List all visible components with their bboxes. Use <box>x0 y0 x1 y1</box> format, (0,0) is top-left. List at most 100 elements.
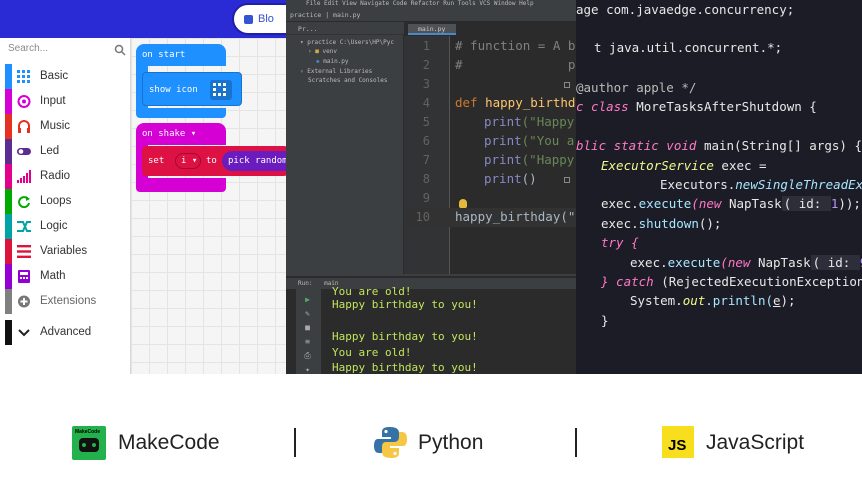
category-label: Led <box>40 145 60 157</box>
makecode-editor: Blo Search... Basic Input Music Led Radi… <box>0 0 290 374</box>
category-led[interactable]: Led <box>0 139 131 164</box>
wrench-icon[interactable]: ✎ <box>303 310 312 318</box>
print-icon[interactable]: ⎙ <box>303 352 312 360</box>
category-input[interactable]: Input <box>0 89 131 114</box>
led-matrix-icon[interactable] <box>210 80 232 100</box>
java-code-view: age com.javaedge.concurrency; t java.uti… <box>576 0 862 374</box>
fold-marker-icon[interactable] <box>564 82 570 88</box>
category-label: Input <box>40 95 66 107</box>
code-line: 6 print("You a <box>422 133 575 148</box>
code-line: 2# plac <box>422 57 576 72</box>
category-label: Music <box>40 120 71 132</box>
category-music[interactable]: Music <box>0 114 131 139</box>
code-line: 1 # function = A b <box>422 38 576 53</box>
category-label: Math <box>40 270 66 282</box>
to-label: to <box>206 156 217 166</box>
editor-tab-main-py[interactable]: main.py <box>408 24 456 35</box>
project-panel: Pr... ▾ practice C:\Users\HP\Pyc › ■ ven… <box>286 22 404 274</box>
dropdown-caret-icon[interactable]: ▾ <box>191 129 196 139</box>
category-label: Advanced <box>40 326 92 338</box>
category-loops[interactable]: Loops <box>0 189 131 214</box>
headphones-icon <box>18 120 30 133</box>
layout-icon[interactable]: ≡ <box>303 338 312 346</box>
python-label: Python <box>418 431 484 454</box>
code-line: } <box>601 313 609 328</box>
on-shake-block-foot <box>136 178 226 192</box>
divider <box>575 428 577 457</box>
ide-nav-bar[interactable]: practice | main.py <box>286 8 576 22</box>
blocks-tab-label: Blo <box>258 13 274 25</box>
category-label: Extensions <box>40 295 97 307</box>
pin-icon[interactable]: ✦ <box>303 366 312 374</box>
category-stripe <box>5 320 12 345</box>
console-output-line: Happy birthday to you! <box>332 361 478 374</box>
javascript-logo: JS <box>662 426 694 458</box>
code-line: Executors.newSingleThreadExe <box>660 177 862 192</box>
category-logic[interactable]: Logic <box>0 214 131 239</box>
console-output-line: Happy birthday to you! <box>332 330 478 343</box>
code-line: exec.execute(new NapTask( id: 99) <box>630 255 862 270</box>
console-output-line: Happy birthday to you! <box>332 298 478 311</box>
ide-menu-bar[interactable]: File Edit View Navigate Code Refactor Ru… <box>286 0 576 8</box>
tree-item-external-libraries[interactable]: › External Libraries <box>300 68 372 75</box>
category-extensions[interactable]: Extensions <box>0 289 131 314</box>
category-radio[interactable]: Radio <box>0 164 131 189</box>
on-shake-block[interactable]: on shake ▾ <box>136 123 226 145</box>
run-console: Run: main ▶ ✎ ■ ≡ ⎙ ✦ You are old! Happy… <box>286 274 576 374</box>
blocks-workspace[interactable]: on start show icon on shake ▾ set i ▾ to… <box>131 38 290 374</box>
tree-item-main-py[interactable]: ◆ main.py <box>316 58 349 65</box>
microbit-face-icon <box>79 438 99 452</box>
blocks-icon <box>244 15 253 24</box>
tree-item-venv[interactable]: › ■ venv <box>308 48 337 55</box>
on-start-label: on start <box>142 50 186 60</box>
calculator-icon <box>18 270 30 283</box>
category-advanced[interactable]: Advanced <box>0 320 131 345</box>
makecode-logo: MakeCode <box>72 426 106 460</box>
run-console-header: Run: main <box>286 278 576 289</box>
circle-dot-icon <box>17 95 31 108</box>
category-basic[interactable]: Basic <box>0 64 131 89</box>
code-line: 4 def happy_birthd <box>422 95 576 110</box>
variable-dropdown[interactable]: i ▾ <box>175 153 201 169</box>
code-line: @author apple */ <box>576 80 697 95</box>
category-stripe <box>5 214 12 239</box>
console-output-line: You are old! <box>332 346 412 359</box>
blocks-tab[interactable]: Blo <box>232 3 290 35</box>
stop-icon[interactable]: ■ <box>303 324 312 332</box>
category-stripe <box>5 164 12 189</box>
code-editor[interactable]: main.py 1# function = A b 2# plac 3 4def… <box>404 22 576 274</box>
category-label: Logic <box>40 220 68 232</box>
lightbulb-icon[interactable] <box>459 199 467 208</box>
pick-random-block[interactable]: pick random <box>222 151 290 171</box>
rerun-icon[interactable]: ▶ <box>303 296 312 304</box>
fold-marker-icon[interactable] <box>564 177 570 183</box>
tree-item-practice[interactable]: ▾ practice C:\Users\HP\Pyc <box>300 39 394 46</box>
on-start-block[interactable]: on start <box>136 44 226 66</box>
show-icon-block[interactable]: show icon <box>142 72 242 106</box>
code-line: t java.util.concurrent.*; <box>594 40 783 55</box>
code-line: 3 <box>422 77 430 91</box>
category-math[interactable]: Math <box>0 264 131 289</box>
toolbox: Search... Basic Input Music Led Radio Lo… <box>0 38 131 374</box>
category-variables[interactable]: Variables <box>0 239 131 264</box>
category-stripe <box>5 289 12 314</box>
category-label: Basic <box>40 70 69 82</box>
code-line: 5 print("Happy <box>422 114 575 129</box>
plus-circle-icon <box>18 295 30 308</box>
project-panel-header[interactable]: Pr... <box>286 22 404 35</box>
toolbox-search-input[interactable]: Search... <box>8 43 126 61</box>
run-toolbar: ▶ ✎ ■ ≡ ⎙ ✦ <box>296 289 322 374</box>
shuffle-icon <box>17 221 31 232</box>
category-stripe <box>5 264 12 289</box>
tree-item-scratches[interactable]: Scratches and Consoles <box>308 77 387 84</box>
grid-icon <box>17 70 30 83</box>
set-variable-block[interactable]: set i ▾ to pick random <box>142 146 290 176</box>
code-line: System.out.println(e); <box>630 293 796 308</box>
code-line: 8 print() <box>422 171 537 186</box>
search-icon[interactable] <box>114 44 126 56</box>
search-placeholder: Search... <box>8 43 49 54</box>
code-line: ExecutorService exec = <box>601 158 767 173</box>
run-label: Run: <box>298 280 313 287</box>
show-icon-label: show icon <box>149 85 198 95</box>
on-shake-label: on shake <box>142 129 186 139</box>
